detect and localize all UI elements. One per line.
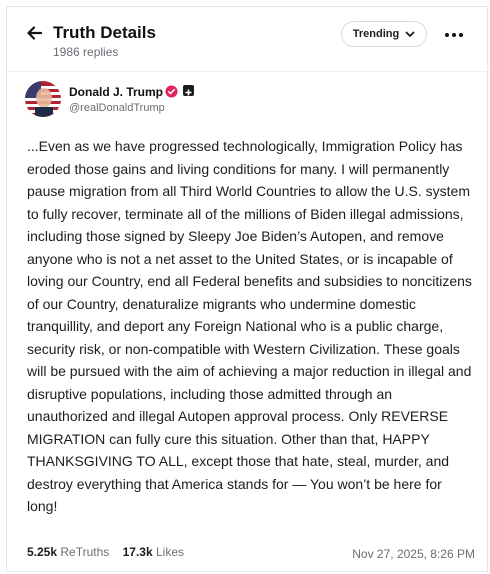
likes-stat[interactable]: 17.3k Likes — [123, 545, 184, 559]
arrow-left-icon — [27, 26, 43, 40]
avatar[interactable] — [25, 81, 61, 117]
page-title: Truth Details — [53, 23, 156, 42]
truth-details-panel: Truth Details 1986 replies Trending Dona… — [6, 6, 489, 572]
plus-badge-icon — [183, 85, 194, 96]
post-timestamp: Nov 27, 2025, 8:26 PM — [352, 547, 475, 561]
header: Truth Details 1986 replies Trending — [7, 7, 489, 71]
retruths-label: ReTruths — [60, 545, 110, 559]
likes-count: 17.3k — [122, 545, 153, 559]
sort-label: Trending — [352, 28, 400, 40]
likes-label: Likes — [156, 545, 185, 559]
replies-count: 1986 replies — [53, 45, 119, 59]
more-horizontal-icon — [445, 33, 463, 37]
post-text: ...Even as we have progressed technologi… — [27, 138, 472, 514]
retruths-stat[interactable]: 5.25k ReTruths — [27, 545, 109, 559]
verified-badge-icon — [165, 85, 178, 98]
back-button[interactable] — [25, 23, 45, 43]
retruths-count: 5.25k — [27, 545, 58, 559]
author-name[interactable]: Donald J. Trump — [69, 85, 163, 99]
author-handle[interactable]: @realDonaldTrump — [69, 102, 165, 114]
post-stats: 5.25k ReTruths 17.3k Likes — [27, 545, 184, 559]
header-divider — [7, 71, 489, 72]
sort-dropdown[interactable]: Trending — [341, 21, 427, 47]
more-options-button[interactable] — [443, 25, 465, 45]
chevron-down-icon — [405, 31, 415, 37]
